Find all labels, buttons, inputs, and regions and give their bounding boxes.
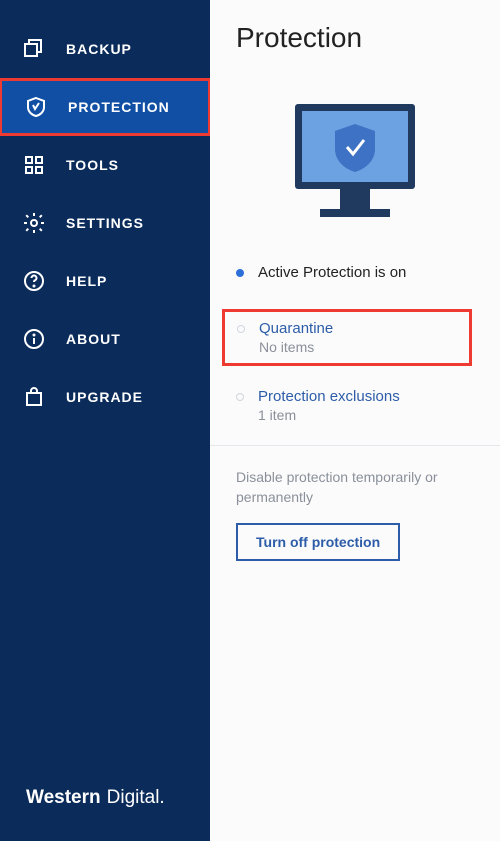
tools-icon xyxy=(22,153,46,177)
backup-icon xyxy=(22,37,46,61)
quarantine-link[interactable]: Quarantine No items xyxy=(222,309,472,366)
disable-protection-section: Disable protection temporarily or perman… xyxy=(210,468,500,561)
sidebar: BACKUP PROTECTION TOOLS SETTINGS xyxy=(0,0,210,841)
protection-illustration xyxy=(210,94,500,234)
page-title: Protection xyxy=(210,22,500,54)
brand-logo: Western Digital. xyxy=(0,787,210,841)
info-icon xyxy=(22,327,46,351)
sidebar-item-label: TOOLS xyxy=(66,157,119,173)
active-protection-status: Active Protection is on xyxy=(210,264,500,281)
sidebar-item-label: UPGRADE xyxy=(66,389,143,405)
disable-protection-description: Disable protection temporarily or perman… xyxy=(236,468,474,507)
sidebar-item-label: BACKUP xyxy=(66,41,132,57)
brand-first: Western xyxy=(26,787,101,809)
sidebar-item-backup[interactable]: BACKUP xyxy=(0,20,210,78)
sidebar-item-label: SETTINGS xyxy=(66,215,144,231)
sidebar-item-label: PROTECTION xyxy=(68,99,170,115)
exclusions-title: Protection exclusions xyxy=(258,388,400,405)
status-bullet-icon xyxy=(236,269,244,277)
upgrade-icon xyxy=(22,385,46,409)
exclusions-subtitle: 1 item xyxy=(258,407,400,423)
gear-icon xyxy=(22,211,46,235)
bullet-icon xyxy=(237,325,245,333)
sidebar-item-label: ABOUT xyxy=(66,331,121,347)
turn-off-protection-button[interactable]: Turn off protection xyxy=(236,523,400,561)
brand-second: Digital. xyxy=(107,787,165,809)
sidebar-item-about[interactable]: ABOUT xyxy=(0,310,210,368)
quarantine-subtitle: No items xyxy=(259,339,333,355)
main-panel: Protection Active Protection is on Quara… xyxy=(210,0,500,841)
quarantine-title: Quarantine xyxy=(259,320,333,337)
status-text: Active Protection is on xyxy=(258,264,406,281)
exclusions-link[interactable]: Protection exclusions 1 item xyxy=(210,388,500,423)
sidebar-item-upgrade[interactable]: UPGRADE xyxy=(0,368,210,426)
bullet-icon xyxy=(236,393,244,401)
sidebar-item-help[interactable]: HELP xyxy=(0,252,210,310)
divider xyxy=(210,445,500,446)
sidebar-item-label: HELP xyxy=(66,273,107,289)
sidebar-item-settings[interactable]: SETTINGS xyxy=(0,194,210,252)
shield-icon xyxy=(24,95,48,119)
sidebar-item-tools[interactable]: TOOLS xyxy=(0,136,210,194)
help-icon xyxy=(22,269,46,293)
sidebar-item-protection[interactable]: PROTECTION xyxy=(0,78,211,136)
